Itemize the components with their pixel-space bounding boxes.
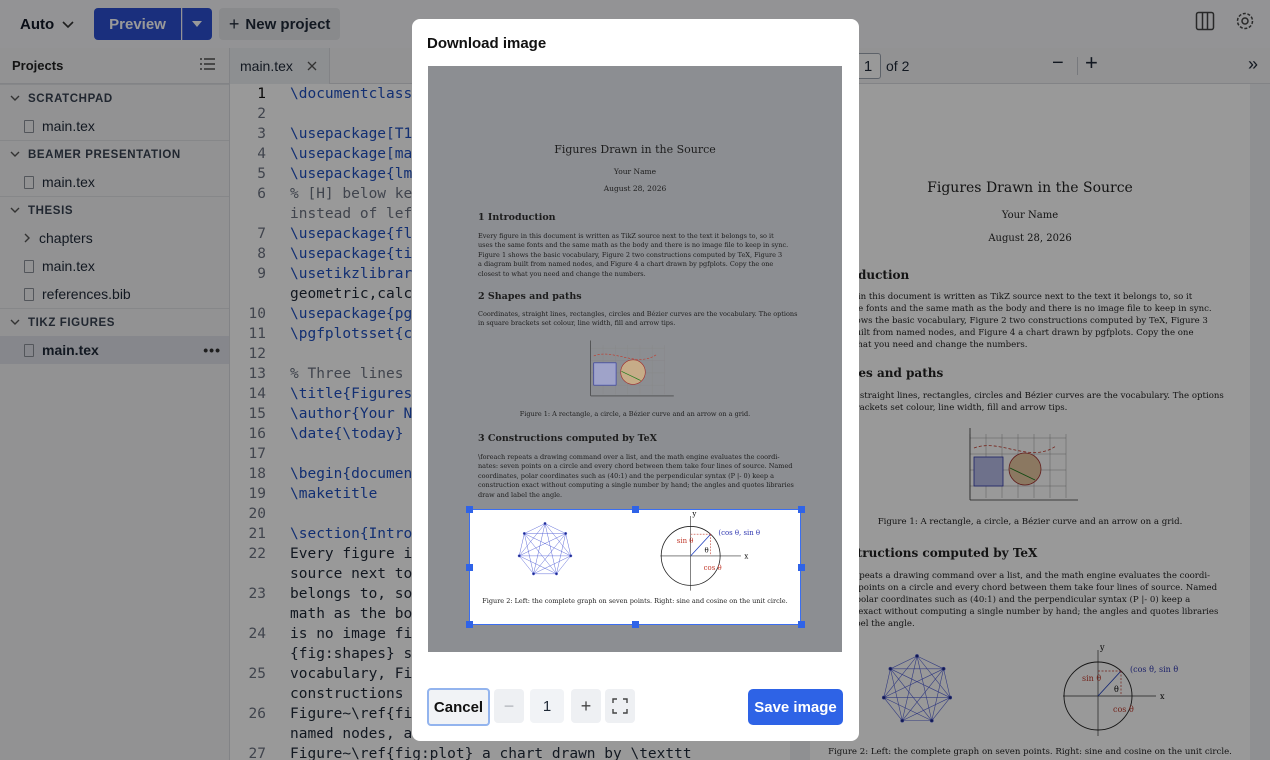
crop-handle-bottom[interactable]	[632, 621, 639, 628]
sin-label: sin θ	[677, 537, 694, 545]
cancel-button[interactable]: Cancel	[427, 688, 490, 726]
figure-unit-circle: x y (cos θ, sin θ) sin θ cos θ θ	[660, 510, 760, 591]
preview-author: Your Name	[613, 167, 657, 176]
decrease-scale-button[interactable]: −	[494, 689, 524, 723]
graph-edge	[519, 555, 557, 575]
graph-edge	[524, 523, 546, 534]
crop-handle-bottom-right[interactable]	[798, 621, 805, 628]
image-preview: Figures Drawn in the Source Your Name Au…	[428, 66, 842, 652]
graph-vertex	[564, 532, 568, 535]
expand-icon	[612, 698, 628, 714]
graph-vertex	[569, 554, 573, 558]
text-line: uses the same fonts and the same math as…	[478, 241, 789, 250]
graph-edge	[524, 533, 571, 557]
text-line: Coordinates, straight lines, rectangles,…	[478, 310, 798, 318]
scale-value[interactable]: 1	[530, 689, 564, 723]
graph-vertex	[522, 532, 526, 535]
plus-icon: +	[580, 695, 592, 716]
theta-label: θ	[705, 546, 709, 554]
preview-paragraph: Every figure in this document is written…	[478, 232, 788, 279]
preview-figure-shapes	[590, 340, 674, 397]
download-image-dialog: Download image Figures Drawn in the Sour…	[412, 19, 859, 741]
crop-handle-left[interactable]	[466, 564, 473, 571]
save-image-button[interactable]: Save image	[748, 689, 843, 725]
figure-complete-graph	[517, 522, 573, 576]
text-line: draw and label the angle.	[478, 490, 563, 499]
increase-scale-button[interactable]: +	[571, 689, 601, 723]
crop-handle-right[interactable]	[798, 564, 805, 571]
crop-handle-top-left[interactable]	[466, 506, 473, 513]
graph-vertex	[554, 572, 558, 576]
text-line: coordinates, polar coordinates such as (…	[478, 471, 774, 480]
preview-heading: 2 Shapes and paths	[478, 291, 582, 302]
graph-edge	[544, 523, 566, 534]
point-label: (cos θ, sin θ)	[718, 529, 760, 537]
crop-selection[interactable]: x y (cos θ, sin θ) sin θ cos θ θ Figure …	[469, 509, 801, 625]
text-line: construction exact without computing a s…	[478, 481, 794, 490]
graph-vertex	[543, 522, 547, 526]
text-line: in square brackets set colour, line widt…	[478, 319, 676, 328]
text-line: \foreach repeats a drawing command over …	[478, 453, 780, 461]
text-line: a diagram built from named nodes, and Fi…	[478, 260, 774, 269]
text-line: closest to what you need and change the …	[478, 269, 646, 278]
dialog-footer: Cancel − 1 + Save image	[412, 687, 859, 727]
preview-date: August 28, 2026	[603, 184, 667, 193]
text-line: Figure 1 shows the basic vocabulary, Fig…	[478, 250, 783, 259]
minus-icon: −	[503, 695, 515, 716]
axis-label-y: y	[691, 510, 696, 518]
preview-paragraph: \foreach repeats a drawing command over …	[478, 453, 794, 500]
preview-figure-caption: Figure 1: A rectangle, a circle, a Bézie…	[519, 410, 751, 418]
graph-edge	[519, 533, 566, 557]
fit-selection-button[interactable]	[605, 689, 635, 723]
preview-heading: 3 Constructions computed by TeX	[478, 433, 658, 444]
axis-label-x: x	[744, 553, 748, 561]
preview-heading: 1 Introduction	[478, 212, 556, 223]
graph-vertex	[532, 572, 536, 576]
preview-paragraph: Coordinates, straight lines, rectangles,…	[478, 310, 797, 329]
crop-handle-bottom-left[interactable]	[466, 621, 473, 628]
preview-title: Figures Drawn in the Source	[554, 143, 716, 156]
graph-edge	[533, 555, 571, 575]
cos-label: cos θ	[704, 564, 722, 572]
crop-handle-top[interactable]	[632, 506, 639, 513]
text-line: Every figure in this document is written…	[478, 232, 774, 240]
dialog-title: Download image	[427, 35, 547, 52]
figure-caption: Figure 2: Left: the complete graph on se…	[482, 597, 788, 605]
text-line: nates: seven points on a circle and ever…	[478, 462, 793, 471]
graph-vertex	[517, 554, 521, 558]
crop-handle-top-right[interactable]	[798, 506, 805, 513]
